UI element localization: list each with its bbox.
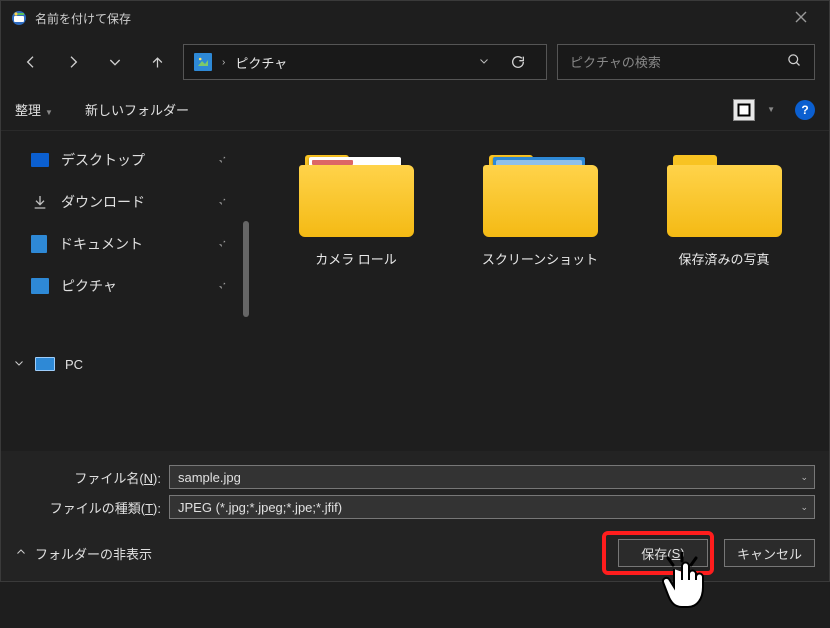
filename-row: ファイル名(N): sample.jpg ⌄ <box>15 465 815 489</box>
sidebar-item-documents[interactable]: ドキュメント <box>1 223 251 265</box>
folder-label: 保存済みの写真 <box>678 249 769 268</box>
window-title: 名前を付けて保存 <box>35 10 783 27</box>
app-icon <box>11 10 27 26</box>
chevron-down-icon[interactable]: ⌄ <box>800 472 808 483</box>
pin-icon <box>215 237 227 252</box>
highlight-annotation: 保存(S) <box>602 531 714 575</box>
folder-icon <box>483 155 598 237</box>
path-text: ピクチャ <box>235 53 468 72</box>
filetype-label: ファイルの種類(T): <box>15 498 161 517</box>
forward-button[interactable] <box>57 46 89 78</box>
folder-label: スクリーンショット <box>482 249 598 268</box>
filename-value: sample.jpg <box>178 470 241 485</box>
pin-icon <box>215 279 227 294</box>
recent-dropdown-button[interactable] <box>99 46 131 78</box>
chevron-down-icon[interactable]: ▼ <box>767 105 775 114</box>
address-bar[interactable]: › ピクチャ <box>183 44 547 80</box>
folder-icon <box>667 155 782 237</box>
filetype-value: JPEG (*.jpg;*.jpeg;*.jpe;*.jfif) <box>178 500 342 515</box>
filename-input[interactable]: sample.jpg ⌄ <box>169 465 815 489</box>
help-button[interactable]: ? <box>795 100 815 120</box>
pin-icon <box>215 195 227 210</box>
chevron-up-icon <box>15 546 27 561</box>
scrollbar-thumb[interactable] <box>243 221 249 317</box>
organize-menu[interactable]: 整理 ▼ <box>15 100 53 119</box>
sidebar-item-label: デスクトップ <box>61 150 145 170</box>
sidebar-item-pictures[interactable]: ピクチャ <box>1 265 251 307</box>
desktop-icon <box>31 153 49 167</box>
document-icon <box>31 235 47 253</box>
search-box[interactable] <box>557 44 815 80</box>
sidebar-item-label: PC <box>65 357 83 372</box>
lower-panel: ファイル名(N): sample.jpg ⌄ ファイルの種類(T): JPEG (… <box>1 451 829 525</box>
chevron-down-icon[interactable]: ⌄ <box>800 502 808 513</box>
up-button[interactable] <box>141 46 173 78</box>
sidebar: デスクトップ ダウンロード ドキュメント ピクチャ <box>1 131 251 451</box>
folder-icon <box>299 155 414 237</box>
back-button[interactable] <box>15 46 47 78</box>
titlebar: 名前を付けて保存 <box>1 1 829 35</box>
save-dialog: 名前を付けて保存 › ピクチャ 整理 ▼ 新しいフォルダー ▼ ? <box>0 0 830 582</box>
pc-icon <box>35 357 55 371</box>
organize-label: 整理 <box>15 103 41 118</box>
new-folder-button[interactable]: 新しいフォルダー <box>85 100 189 119</box>
sidebar-item-label: ダウンロード <box>61 192 145 212</box>
view-mode-button[interactable] <box>733 99 755 121</box>
pin-icon <box>215 153 227 168</box>
sidebar-item-label: ドキュメント <box>59 234 143 254</box>
chevron-down-icon: ▼ <box>45 108 53 117</box>
hide-folders-toggle[interactable]: フォルダーの非表示 <box>15 544 152 563</box>
sidebar-item-downloads[interactable]: ダウンロード <box>1 181 251 223</box>
search-input[interactable] <box>570 55 787 70</box>
download-icon <box>31 193 49 211</box>
folder-item[interactable]: カメラ ロール <box>281 155 431 268</box>
chevron-down-icon <box>13 357 25 372</box>
bottom-bar: フォルダーの非表示 保存(S) キャンセル <box>1 525 829 581</box>
save-button[interactable]: 保存(S) <box>618 539 708 567</box>
pictures-icon <box>194 53 212 71</box>
hide-folders-label: フォルダーの非表示 <box>35 544 152 563</box>
close-button[interactable] <box>783 10 819 26</box>
filetype-row: ファイルの種類(T): JPEG (*.jpg;*.jpeg;*.jpe;*.j… <box>15 495 815 519</box>
main-area: デスクトップ ダウンロード ドキュメント ピクチャ <box>1 131 829 451</box>
refresh-button[interactable] <box>500 44 536 80</box>
folder-item[interactable]: スクリーンショット <box>465 155 615 268</box>
sidebar-item-label: ピクチャ <box>61 276 117 296</box>
filename-label: ファイル名(N): <box>15 468 161 487</box>
pictures-icon <box>31 278 49 294</box>
folder-label: カメラ ロール <box>315 249 397 268</box>
toolbar: 整理 ▼ 新しいフォルダー ▼ ? <box>1 89 829 131</box>
nav-bar: › ピクチャ <box>1 35 829 89</box>
search-icon <box>787 53 802 71</box>
filetype-select[interactable]: JPEG (*.jpg;*.jpeg;*.jpe;*.jfif) ⌄ <box>169 495 815 519</box>
sidebar-item-desktop[interactable]: デスクトップ <box>1 139 251 181</box>
folder-view[interactable]: カメラ ロール スクリーンショット 保存済みの写真 <box>251 131 829 451</box>
chevron-right-icon: › <box>222 57 225 68</box>
cancel-button[interactable]: キャンセル <box>724 539 815 567</box>
sidebar-item-pc[interactable]: PC <box>1 343 251 385</box>
chevron-down-icon[interactable] <box>478 55 490 70</box>
folder-item[interactable]: 保存済みの写真 <box>649 155 799 268</box>
